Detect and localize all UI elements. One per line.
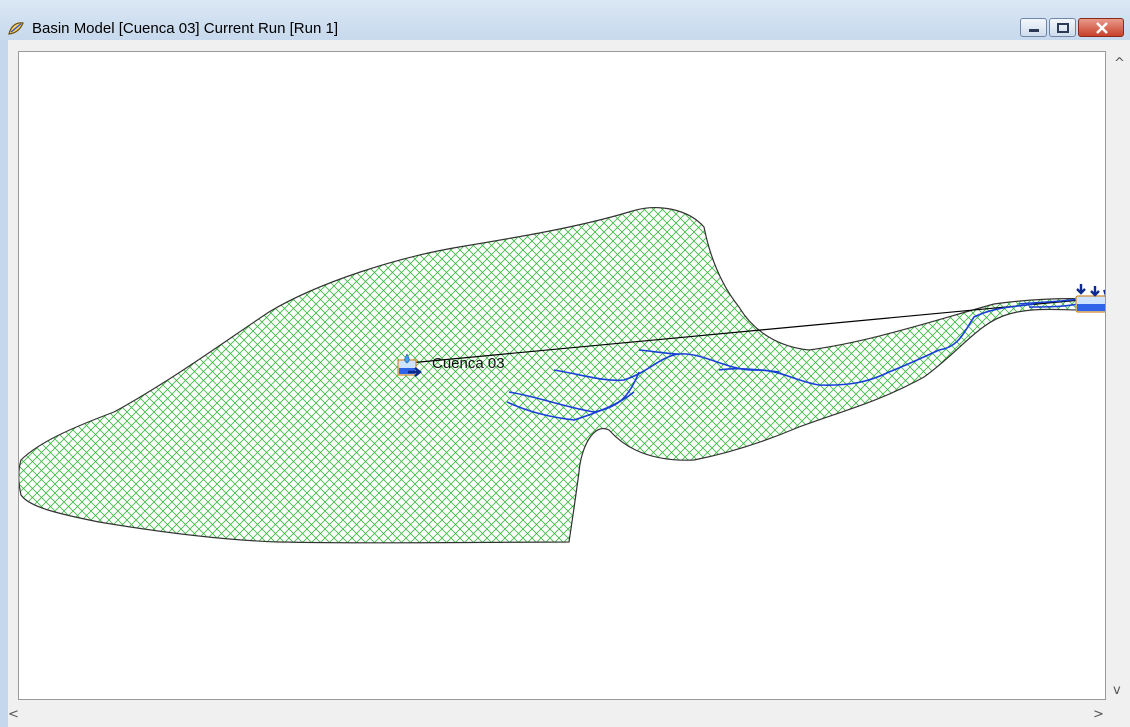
window-title: Basin Model [Cuenca 03] Current Run [Run…	[32, 20, 338, 37]
subbasin-polygon[interactable]	[19, 207, 1090, 544]
maximize-icon	[1057, 23, 1069, 33]
maximize-button[interactable]	[1049, 18, 1076, 37]
basin-model-window: Basin Model [Cuenca 03] Current Run [Run…	[0, 0, 1130, 727]
title-bar[interactable]: Basin Model [Cuenca 03] Current Run [Run…	[0, 0, 1130, 40]
scroll-up-icon[interactable]: ^	[1114, 57, 1125, 70]
minimize-icon	[1029, 29, 1039, 32]
scroll-left-icon[interactable]: <	[8, 708, 19, 721]
basin-map	[19, 207, 1106, 544]
basin-model-icon	[8, 22, 24, 35]
subbasin-label: Cuenca 03	[432, 355, 505, 372]
basin-map-canvas[interactable]: Cuenca 03	[18, 51, 1106, 700]
horizontal-scrollbar[interactable]: < >	[8, 702, 1107, 727]
sink-icon[interactable]	[1075, 284, 1106, 313]
close-button[interactable]	[1078, 18, 1124, 37]
scroll-down-icon[interactable]: v	[1113, 684, 1121, 697]
client-area: Cuenca 03 ^ v < >	[8, 40, 1130, 727]
scroll-right-icon[interactable]: >	[1093, 708, 1104, 721]
vertical-scrollbar[interactable]: ^ v	[1107, 51, 1130, 700]
minimize-button[interactable]	[1020, 18, 1047, 37]
close-icon	[1096, 22, 1108, 34]
